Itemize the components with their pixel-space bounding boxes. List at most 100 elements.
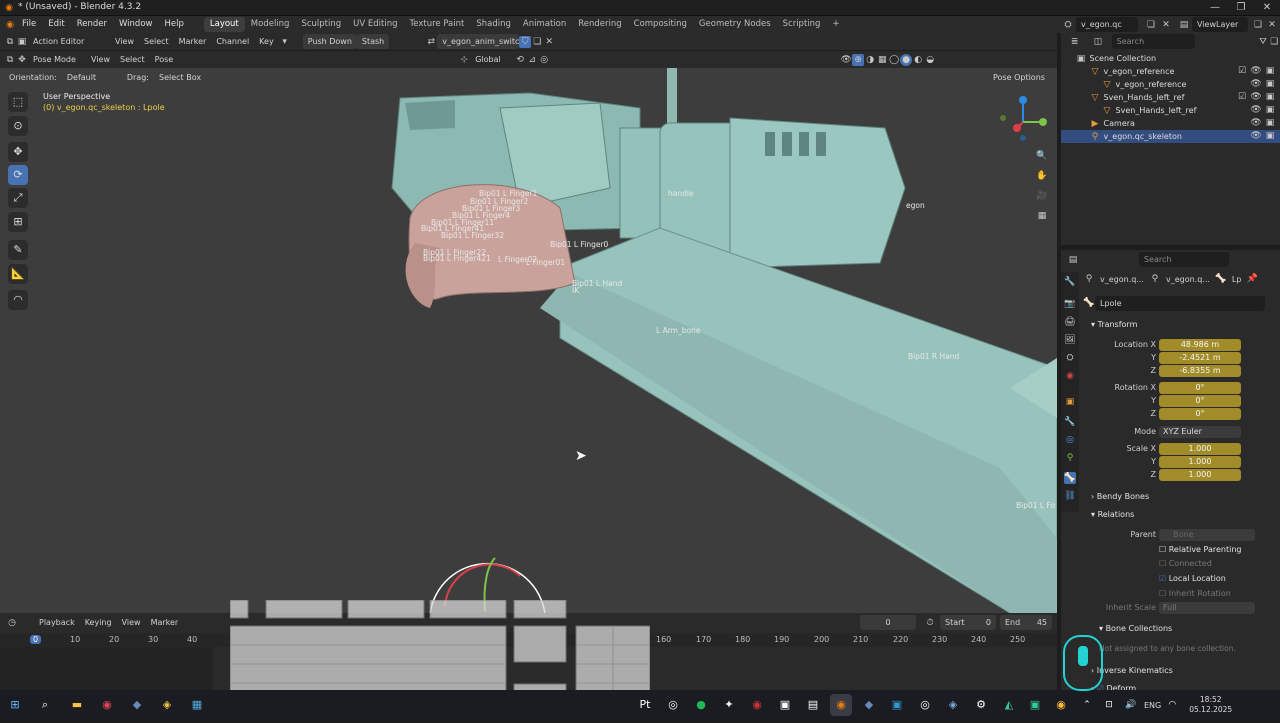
language-indicator[interactable]: ENG [1144, 701, 1161, 710]
search-icon[interactable]: ⌕ [34, 694, 56, 716]
app-icon[interactable]: ◈ [156, 694, 178, 716]
push-down-button[interactable]: Push Down [302, 34, 357, 49]
snap-icon[interactable]: ⊿ [526, 54, 538, 66]
filter-icon[interactable]: ⛛ [1257, 36, 1268, 48]
browser-icon[interactable]: ◉ [96, 694, 118, 716]
tab-rendering[interactable]: Rendering [572, 17, 627, 32]
overlay-icon[interactable]: ◑ [864, 54, 876, 66]
current-frame-field[interactable]: 0 [860, 615, 916, 630]
scale-x-field[interactable]: 1.000 [1159, 443, 1241, 455]
menu-marker[interactable]: Marker [146, 615, 184, 630]
delete-scene-icon[interactable]: ✕ [1160, 19, 1172, 31]
action-selector[interactable]: v_egon_anim_switch [437, 34, 524, 49]
outliner-item[interactable]: ▽ Sven_Hands_left_ref ☑ 👁 ▣ [1061, 91, 1280, 104]
outliner-item[interactable]: ▽ Sven_Hands_left_ref 👁 ▣ [1061, 104, 1280, 117]
app-icon[interactable]: ▣ [1024, 694, 1046, 716]
pan-icon[interactable]: ✋ [1036, 170, 1048, 182]
scale-z-field[interactable]: 1.000 [1159, 469, 1241, 481]
camera-icon[interactable]: ▣ [1264, 104, 1276, 116]
eye-icon[interactable]: 👁 [1250, 78, 1262, 90]
bone-label[interactable]: L Arm_bone [656, 326, 700, 335]
app-icon[interactable]: Pt [634, 694, 656, 716]
file-explorer-icon[interactable]: ▬ [66, 694, 88, 716]
shading-solid-icon[interactable]: ● [900, 53, 913, 66]
rotation-z-field[interactable]: 0° [1159, 408, 1241, 420]
proportional-edit-icon[interactable]: ◎ [538, 54, 550, 66]
camera-icon[interactable]: ▣ [1264, 91, 1276, 103]
tab-shading[interactable]: Shading [470, 17, 517, 32]
object-tab-icon[interactable]: ▣ [1064, 396, 1076, 408]
outliner-item[interactable]: ▽ v_egon_reference 👁 ▣ [1061, 78, 1280, 91]
bone-label[interactable]: egon [906, 201, 925, 210]
checkbox-icon[interactable]: ☑ [1236, 65, 1248, 77]
pivot-icon[interactable]: ⟲ [514, 54, 526, 66]
shading-wireframe-icon[interactable]: ◯ [888, 54, 900, 66]
mode-dropdown[interactable]: Pose Mode [28, 52, 86, 67]
shading-rendered-icon[interactable]: ◒ [924, 54, 936, 66]
relative-parenting-checkbox[interactable]: ☐ Relative Parenting [1159, 545, 1242, 554]
delete-view-layer-icon[interactable]: ✕ [1266, 19, 1278, 31]
tab-compositing[interactable]: Compositing [628, 17, 693, 32]
rotation-x-field[interactable]: 0° [1159, 382, 1241, 394]
scene-tab-icon[interactable]: ⛭ [1064, 352, 1076, 364]
navigation-gizmo[interactable] [995, 90, 1055, 150]
app-icon[interactable]: ◎ [914, 694, 936, 716]
spotify-icon[interactable]: ● [690, 694, 712, 716]
tab-scripting[interactable]: Scripting [777, 17, 827, 32]
rotation-y-field[interactable]: 0° [1159, 395, 1241, 407]
app-icon[interactable]: ◎ [662, 694, 684, 716]
app-icon[interactable]: ▣ [886, 694, 908, 716]
menu-window[interactable]: Window [113, 16, 159, 33]
local-location-checkbox[interactable]: ☑ Local Location [1159, 574, 1226, 583]
inherit-scale-dropdown[interactable]: Full [1159, 602, 1255, 614]
armature-data-tab-icon[interactable]: ⚲ [1064, 452, 1076, 464]
render-tab-icon[interactable]: 📷 [1064, 298, 1076, 310]
fake-user-icon[interactable]: ⛉ [519, 35, 532, 48]
stash-button[interactable]: Stash [356, 34, 390, 49]
checkbox-icon[interactable]: ☑ [1236, 91, 1248, 103]
menu-select[interactable]: Select [139, 34, 174, 49]
perspective-toggle-icon[interactable]: ▦ [1036, 210, 1048, 222]
eye-icon[interactable]: 👁 [1250, 117, 1262, 129]
bendy-bones-section-header[interactable]: › Bendy Bones [1091, 492, 1149, 501]
camera-icon[interactable]: ▣ [1264, 117, 1276, 129]
menu-select[interactable]: Select [115, 52, 150, 67]
camera-view-icon[interactable]: 🎥 [1036, 190, 1048, 202]
scale-y-field[interactable]: 1.000 [1159, 456, 1241, 468]
steam-icon[interactable]: ◆ [858, 694, 880, 716]
outliner-scene-collection[interactable]: ▣ Scene Collection [1061, 52, 1280, 65]
menu-view[interactable]: View [117, 615, 146, 630]
transform-orientation-dropdown[interactable]: Global [470, 52, 514, 67]
rotation-mode-dropdown[interactable]: XYZ Euler [1159, 426, 1241, 438]
world-tab-icon[interactable]: ◉ [1064, 370, 1076, 382]
editor-type-icon[interactable]: ▤ [1067, 254, 1079, 266]
location-z-field[interactable]: -6.8355 m [1159, 365, 1241, 377]
bone-label[interactable]: Bip01 L Finger32 [441, 231, 504, 240]
steam-icon[interactable]: ◆ [126, 694, 148, 716]
eye-icon[interactable]: 👁 [1250, 104, 1262, 116]
editor-type-icon[interactable]: ◷ [6, 617, 18, 629]
bone-label[interactable]: Bip01 L Finger0 [550, 240, 608, 249]
view-layer-tab-icon[interactable]: 🖼 [1064, 334, 1076, 346]
bone-collections-section-header[interactable]: ▾ Bone Collections [1099, 624, 1172, 633]
outliner-item[interactable]: ▽ v_egon_reference ☑ 👁 ▣ [1061, 65, 1280, 78]
editor-type-icon[interactable]: ⧉ [4, 36, 16, 48]
start-frame-field[interactable]: Start 0 [940, 615, 996, 630]
app-icon[interactable]: ▦ [186, 694, 208, 716]
app-icon[interactable]: ✦ [718, 694, 740, 716]
editor-type-icon[interactable]: ⧉ [4, 54, 16, 66]
menu-marker[interactable]: Marker [174, 34, 212, 49]
visibility-icon[interactable]: 👁 [840, 54, 852, 66]
menu-render[interactable]: Render [71, 16, 113, 33]
eye-icon[interactable]: 👁 [1250, 65, 1262, 77]
end-frame-field[interactable]: End 45 [1000, 615, 1052, 630]
bone-name-field[interactable]: Lpole [1095, 295, 1265, 311]
bone-label[interactable]: Bip01 L Finger421 [423, 254, 491, 263]
tab-uv-editing[interactable]: UV Editing [347, 17, 403, 32]
bone-label[interactable]: Bip01 L Fo [1016, 501, 1055, 510]
inherit-rotation-checkbox[interactable]: ☐ Inherit Rotation [1159, 589, 1231, 598]
location-x-field[interactable]: 48.986 m [1159, 339, 1241, 351]
modifier-tab-icon[interactable]: 🔧 [1064, 416, 1076, 428]
camera-icon[interactable]: ▣ [1264, 65, 1276, 77]
relations-section-header[interactable]: ▾ Relations [1091, 510, 1134, 519]
